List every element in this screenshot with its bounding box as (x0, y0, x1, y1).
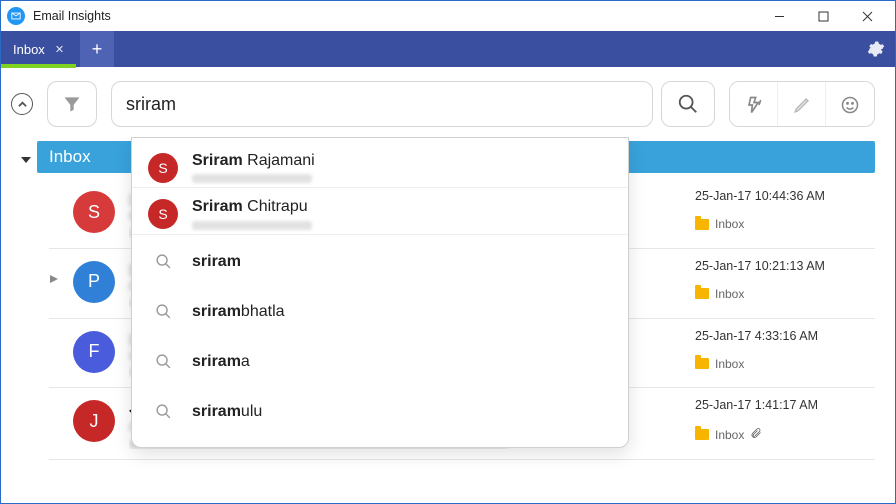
avatar-icon: S (148, 153, 178, 183)
search-icon (677, 93, 699, 115)
window-close-button[interactable] (845, 2, 889, 30)
window-maximize-button[interactable] (801, 2, 845, 30)
expand-toggle[interactable] (49, 259, 59, 283)
folder-icon (695, 358, 709, 369)
back-button[interactable] (11, 93, 33, 115)
suggestion-text: Sriram Chitrapu (192, 198, 312, 216)
email-meta: 25-Jan-17 10:44:36 AM Inbox (695, 189, 875, 231)
email-meta: 25-Jan-17 10:21:13 AM Inbox (695, 259, 875, 301)
lightning-icon (744, 95, 764, 115)
toolbar (1, 67, 895, 137)
email-meta: 25-Jan-17 4:33:16 AM Inbox (695, 329, 875, 371)
search-icon (148, 347, 178, 377)
section-collapse-toggle[interactable] (21, 152, 31, 162)
suggestion-text: Sriram Rajamani (192, 152, 315, 170)
smiley-icon (840, 95, 860, 115)
emoji-button[interactable] (826, 82, 874, 127)
settings-button[interactable] (867, 31, 885, 67)
app-icon (7, 7, 25, 25)
suggestion-contact[interactable]: S Sriram Chitrapu (132, 190, 628, 234)
gear-icon (867, 40, 885, 58)
suggestion-text: srirama (192, 353, 250, 371)
search-button[interactable] (661, 81, 715, 127)
search-input[interactable] (126, 94, 638, 115)
content-area: Inbox S 25-Jan-17 10:44:36 AMInboxP t, o… (1, 137, 895, 503)
avatar: J (73, 400, 115, 442)
suggestion-text: srirambhatla (192, 303, 285, 321)
folder-icon (695, 429, 709, 440)
funnel-icon (62, 94, 82, 114)
suggestion-text: sriramulu (192, 403, 262, 421)
suggestion-text-wrap: Sriram Chitrapu (192, 198, 312, 229)
email-folder: Inbox (695, 217, 875, 231)
suggestion-term[interactable]: sriramulu (132, 387, 628, 437)
tab-label: Inbox (13, 42, 45, 57)
email-folder: Inbox (695, 287, 875, 301)
search-area (111, 81, 715, 127)
avatar: P (73, 261, 115, 303)
sync-button[interactable] (730, 82, 778, 127)
titlebar: Email Insights (1, 1, 895, 31)
email-folder: Inbox (695, 426, 875, 443)
email-folder: Inbox (695, 357, 875, 371)
suggestion-text: sriram (192, 253, 241, 271)
avatar: S (73, 191, 115, 233)
tab-close-icon[interactable]: ✕ (55, 43, 64, 56)
search-suggestions-dropdown: S Sriram Rajamani S Sriram Chitrapu sriram sr… (131, 137, 629, 448)
action-group (729, 81, 875, 127)
suggestion-contact[interactable]: S Sriram Rajamani (132, 144, 628, 188)
email-time: 25-Jan-17 10:21:13 AM (695, 259, 875, 273)
email-meta: 25-Jan-17 1:41:17 AM Inbox (695, 398, 875, 443)
email-time: 25-Jan-17 1:41:17 AM (695, 398, 875, 412)
app-title: Email Insights (33, 9, 111, 23)
suggestion-subtext (192, 221, 312, 230)
suggestion-term[interactable]: srirambhatla (132, 287, 628, 337)
tabs-bar: Inbox ✕ + (1, 31, 895, 67)
avatar-icon: S (148, 199, 178, 229)
chevron-up-icon (18, 100, 27, 109)
search-icon (148, 397, 178, 427)
suggestion-term[interactable]: srirama (132, 337, 628, 387)
folder-icon (695, 288, 709, 299)
expand-spacer (49, 398, 59, 414)
expand-spacer (49, 189, 59, 205)
app-window: Email Insights Inbox ✕ + (0, 0, 896, 504)
filter-button[interactable] (47, 81, 97, 127)
search-input-box[interactable] (111, 81, 653, 127)
attachment-icon (750, 426, 762, 443)
suggestion-subtext (192, 174, 312, 183)
pencil-icon (792, 95, 812, 115)
search-icon (148, 297, 178, 327)
window-minimize-button[interactable] (757, 2, 801, 30)
plus-icon: + (92, 40, 103, 58)
tab-inbox[interactable]: Inbox ✕ (1, 31, 76, 67)
search-icon (148, 247, 178, 277)
compose-button[interactable] (778, 82, 826, 127)
suggestion-text-wrap: Sriram Rajamani (192, 152, 315, 183)
avatar: F (73, 331, 115, 373)
folder-icon (695, 219, 709, 230)
suggestion-term[interactable]: sriram (132, 237, 628, 287)
expand-spacer (49, 329, 59, 345)
email-time: 25-Jan-17 10:44:36 AM (695, 189, 875, 203)
tab-add-button[interactable]: + (80, 31, 114, 67)
email-time: 25-Jan-17 4:33:16 AM (695, 329, 875, 343)
caret-down-icon (21, 155, 31, 165)
